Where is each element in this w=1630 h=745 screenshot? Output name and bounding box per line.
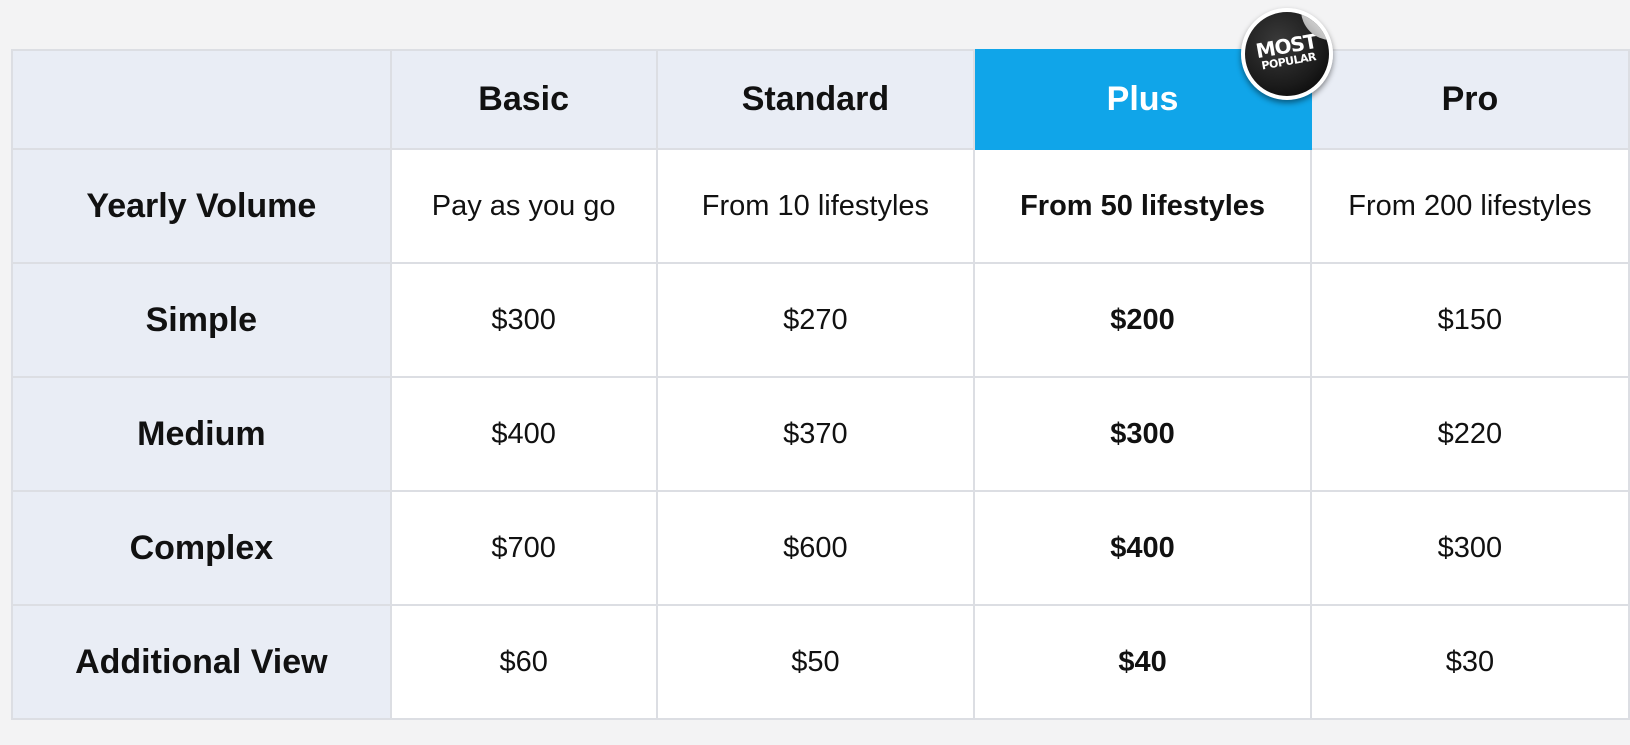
cell-basic: $60	[389, 604, 658, 720]
cell-basic: Pay as you go	[389, 148, 658, 264]
cell-standard: $600	[655, 490, 976, 606]
table-row: Simple $300 $270 $200 $150	[11, 262, 1630, 378]
table-row: Complex $700 $600 $400 $300	[11, 490, 1630, 606]
corner-cell	[11, 49, 392, 150]
cell-plus: From 50 lifestyles	[973, 148, 1312, 264]
row-label-complex: Complex	[11, 490, 392, 606]
cell-plus: $200	[973, 262, 1312, 378]
cell-pro: $220	[1309, 376, 1630, 492]
plan-header-standard: Standard	[655, 49, 976, 150]
most-popular-badge: MOST POPULAR	[1241, 8, 1333, 100]
plan-header-basic: Basic	[389, 49, 658, 150]
pricing-table: Basic Standard Plus Pro Yearly Volume Pa…	[11, 49, 1630, 720]
cell-pro: $300	[1309, 490, 1630, 606]
cell-standard: $270	[655, 262, 976, 378]
cell-basic: $300	[389, 262, 658, 378]
table-row: Medium $400 $370 $300 $220	[11, 376, 1630, 492]
pricing-page: Basic Standard Plus Pro Yearly Volume Pa…	[0, 0, 1630, 745]
cell-standard: $370	[655, 376, 976, 492]
cell-standard: From 10 lifestyles	[655, 148, 976, 264]
table-row: Yearly Volume Pay as you go From 10 life…	[11, 148, 1630, 264]
table-row: Additional View $60 $50 $40 $30	[11, 604, 1630, 720]
row-label-yearly-volume: Yearly Volume	[11, 148, 392, 264]
most-popular-badge-text: MOST POPULAR	[1245, 29, 1329, 74]
cell-basic: $700	[389, 490, 658, 606]
cell-plus: $400	[973, 490, 1312, 606]
cell-plus: $40	[973, 604, 1312, 720]
cell-pro: $150	[1309, 262, 1630, 378]
row-label-medium: Medium	[11, 376, 392, 492]
cell-pro: From 200 lifestyles	[1309, 148, 1630, 264]
cell-standard: $50	[655, 604, 976, 720]
plan-header-pro: Pro	[1309, 49, 1630, 150]
cell-pro: $30	[1309, 604, 1630, 720]
row-label-simple: Simple	[11, 262, 392, 378]
cell-basic: $400	[389, 376, 658, 492]
plan-header-row: Basic Standard Plus Pro	[11, 49, 1630, 150]
cell-plus: $300	[973, 376, 1312, 492]
row-label-additional-view: Additional View	[11, 604, 392, 720]
